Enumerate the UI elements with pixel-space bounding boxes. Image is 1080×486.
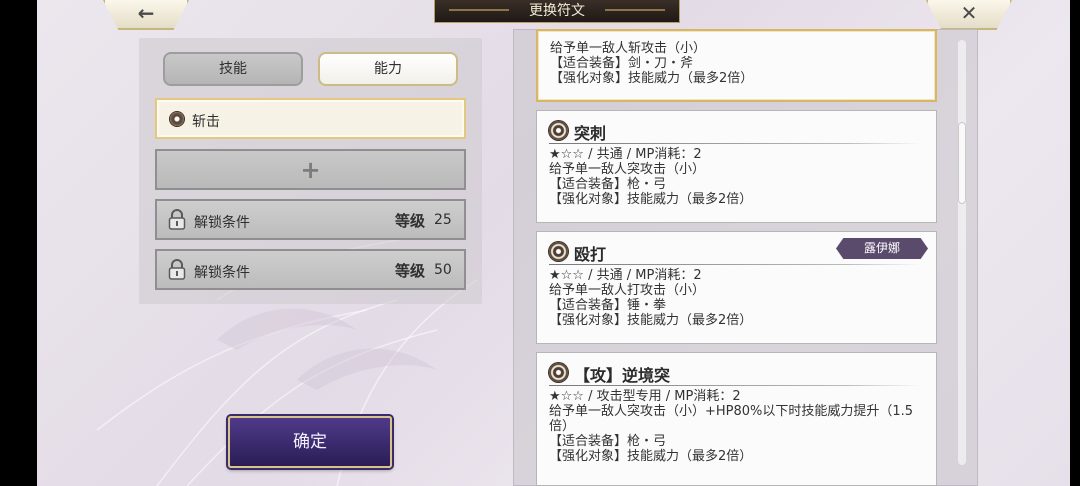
locked-rune-slot[interactable]: 解锁条件 等级 50 — [155, 249, 466, 290]
rune-effect-text: 给予单一敌人突攻击（小） — [549, 162, 706, 177]
tab-skill[interactable]: 技能 — [163, 52, 303, 86]
right-letterbox — [1070, 0, 1080, 486]
rune-name: 【攻】逆境突 — [574, 366, 671, 385]
rune-card-thrust[interactable]: 突刺 ★☆☆ / 共通 / MP消耗：2 给予单一敌人突攻击（小） 【适合装备】… — [536, 110, 937, 223]
rarity-stars: ★☆☆ — [549, 147, 584, 162]
tab-ability[interactable]: 能力 — [318, 52, 458, 86]
empty-rune-slot[interactable]: + — [155, 149, 466, 190]
unlock-condition-label: 解锁条件 — [194, 215, 250, 231]
scrollbar-thumb[interactable] — [958, 122, 966, 204]
rune-card-slash[interactable]: 给予单一敌人斩攻击（小） 【适合装备】剑・刀・斧 【强化对象】技能威力（最多2倍… — [536, 29, 937, 102]
rune-effect-text: 给予单一敌人斩攻击（小） — [550, 41, 707, 56]
level-value: 50 — [434, 262, 452, 278]
level-value: 25 — [434, 212, 452, 228]
close-button[interactable]: ✕ — [926, 0, 1012, 30]
title-underline — [549, 143, 920, 144]
rune-icon — [549, 242, 568, 261]
rarity-stars: ★☆☆ — [549, 268, 584, 283]
rune-meta-line: ★☆☆ / 攻击型专用 / MP消耗：2 — [549, 389, 924, 404]
rune-card-details: ★☆☆ / 攻击型专用 / MP消耗：2 给予单一敌人突攻击（小）+HP80%以… — [549, 389, 924, 464]
rune-icon — [549, 363, 568, 382]
rune-card-strike[interactable]: 殴打 露伊娜 ★☆☆ / 共通 / MP消耗：2 给予单一敌人打攻击（小） 【适… — [536, 231, 937, 344]
rune-card-details: ★☆☆ / 共通 / MP消耗：2 给予单一敌人打攻击（小） 【适合装备】锤・拳… — [549, 268, 924, 328]
rune-card-adversity-thrust[interactable]: 【攻】逆境突 ★☆☆ / 攻击型专用 / MP消耗：2 给予单一敌人突攻击（小）… — [536, 352, 937, 486]
equipped-by-badge: 露伊娜 — [836, 238, 928, 259]
rune-icon — [549, 121, 568, 140]
equipped-rune-slot[interactable]: 斩击 — [155, 98, 466, 139]
left-letterbox — [0, 0, 37, 486]
rune-icon — [170, 112, 184, 126]
rune-effect-text: 给予单一敌人打攻击（小） — [549, 283, 706, 298]
page-title: 更换符文 — [434, 0, 680, 23]
scrollbar-track[interactable] — [958, 40, 966, 465]
title-underline — [549, 264, 920, 265]
lock-icon — [168, 259, 186, 280]
unlock-condition-label: 解锁条件 — [194, 265, 250, 281]
rune-equipment-text: 【适合装备】剑・刀・斧 — [550, 56, 694, 71]
rune-meta-line: ★☆☆ / 共通 / MP消耗：2 — [549, 268, 924, 283]
rune-meta-text: / 共通 / MP消耗：2 — [583, 147, 702, 162]
rarity-stars: ★☆☆ — [549, 389, 584, 404]
rune-name: 殴打 — [574, 245, 607, 264]
rune-card-details: ★☆☆ / 共通 / MP消耗：2 给予单一敌人突攻击（小） 【适合装备】枪・弓… — [549, 147, 924, 207]
back-button[interactable]: ← — [103, 0, 189, 30]
close-icon: ✕ — [960, 1, 978, 25]
rune-enhance-text: 【强化对象】技能威力（最多2倍） — [549, 313, 753, 328]
rune-effect-text: 给予单一敌人突攻击（小）+HP80%以下时技能威力提升（1.5倍） — [549, 404, 914, 434]
confirm-button[interactable]: 确定 — [228, 416, 392, 468]
rune-enhance-text: 【强化对象】技能威力（最多2倍） — [550, 71, 754, 86]
rune-meta-text: / 攻击型专用 / MP消耗：2 — [583, 389, 741, 404]
locked-rune-slot[interactable]: 解锁条件 等级 25 — [155, 199, 466, 240]
equipped-rune-label: 斩击 — [192, 114, 220, 130]
rune-equipment-text: 【适合装备】锤・拳 — [549, 298, 667, 313]
back-arrow-icon: ← — [137, 1, 155, 25]
rune-equipment-text: 【适合装备】枪・弓 — [549, 434, 667, 449]
rune-equipment-text: 【适合装备】枪・弓 — [549, 177, 667, 192]
level-label: 等级 — [395, 212, 426, 230]
rune-card-details: 给予单一敌人斩攻击（小） 【适合装备】剑・刀・斧 【强化对象】技能威力（最多2倍… — [550, 41, 923, 86]
rune-name: 突刺 — [574, 124, 607, 143]
rune-enhance-text: 【强化对象】技能威力（最多2倍） — [549, 449, 753, 464]
rune-meta-line: ★☆☆ / 共通 / MP消耗：2 — [549, 147, 924, 162]
title-underline — [549, 385, 920, 386]
lock-icon — [168, 209, 186, 230]
plus-icon: + — [300, 156, 321, 184]
rune-meta-text: / 共通 / MP消耗：2 — [583, 268, 702, 283]
rune-enhance-text: 【强化对象】技能威力（最多2倍） — [549, 192, 753, 207]
level-label: 等级 — [395, 262, 426, 280]
